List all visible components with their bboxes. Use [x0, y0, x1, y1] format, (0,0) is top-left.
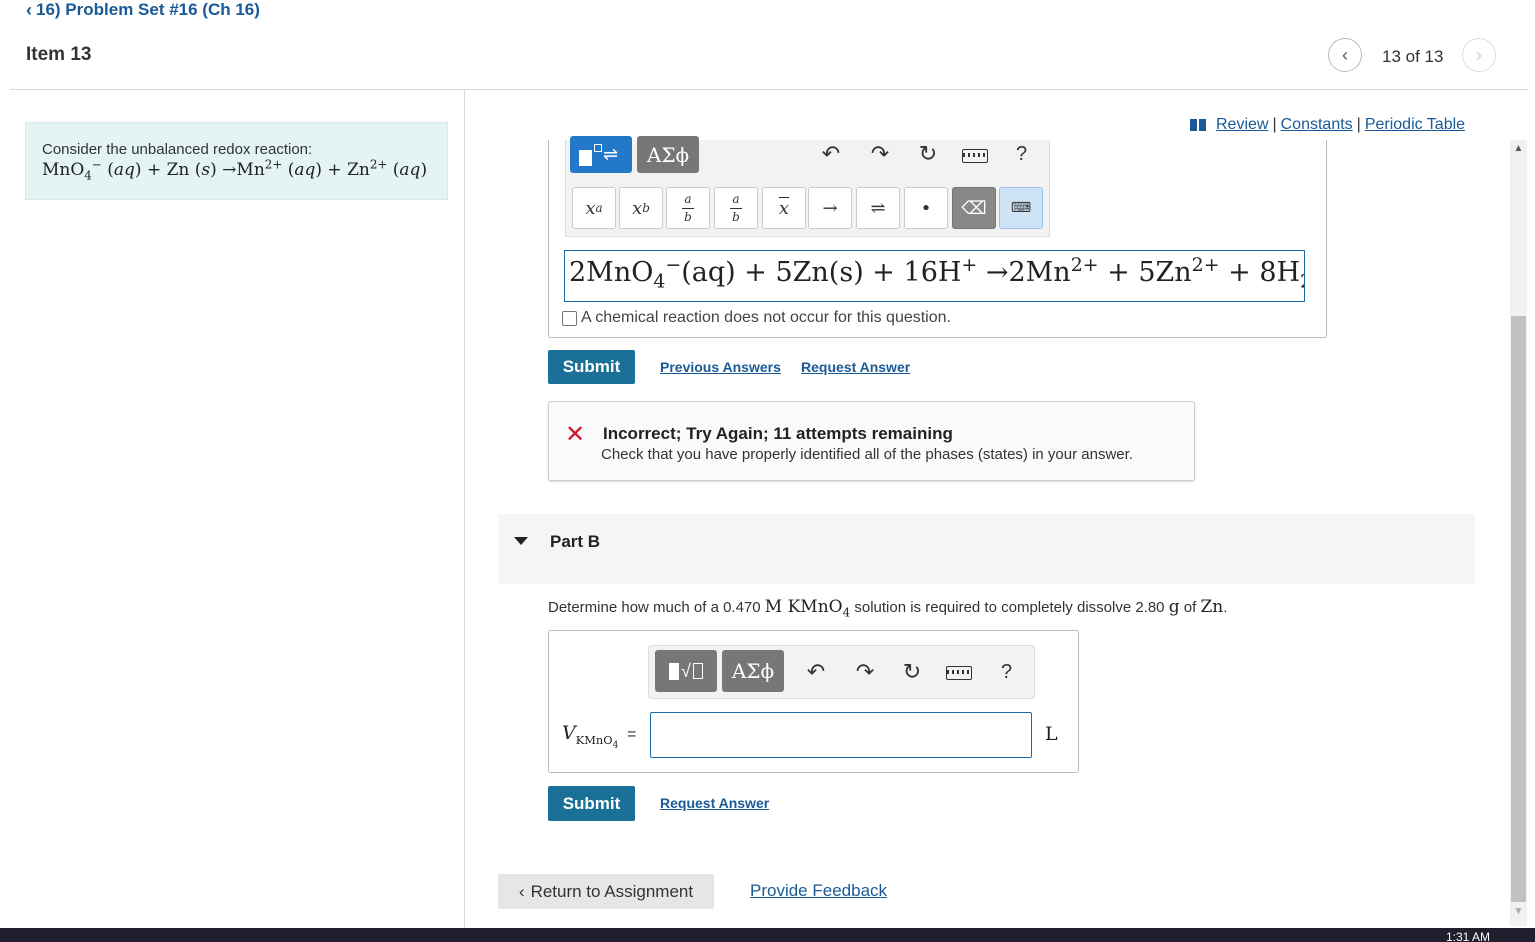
problem-intro: Consider the unbalanced redox reaction:: [42, 141, 313, 158]
item-title: Item 13: [26, 44, 92, 65]
feedback-message: Check that you have properly identified …: [601, 446, 1133, 463]
scroll-down-icon[interactable]: ▼: [1510, 906, 1527, 920]
constants-link[interactable]: Constants: [1281, 116, 1353, 134]
chevron-left-icon: ‹: [518, 881, 525, 901]
volume-unit: L: [1045, 723, 1058, 745]
reset-icon[interactable]: ↻: [913, 139, 943, 169]
xbar-key[interactable]: x: [762, 187, 806, 229]
previous-item-button[interactable]: ‹: [1328, 38, 1362, 72]
part-b-submit-button[interactable]: Submit: [548, 786, 635, 821]
back-to-problem-set-link[interactable]: ‹ 16) Problem Set #16 (Ch 16): [26, 0, 260, 20]
reset-icon[interactable]: ↻: [897, 657, 927, 687]
greek-symbols-button[interactable]: ΑΣϕ: [637, 136, 699, 173]
back-link-label: 16) Problem Set #16 (Ch 16): [36, 0, 260, 19]
fraction-key[interactable]: ab: [666, 187, 710, 229]
keyboard-icon[interactable]: [962, 149, 988, 163]
feedback-title: Incorrect; Try Again; 11 attempts remain…: [603, 424, 953, 443]
math-templates-button[interactable]: √: [655, 650, 717, 692]
provide-feedback-link[interactable]: Provide Feedback: [750, 881, 887, 901]
taskbar-clock: 1:31 AM: [1446, 930, 1491, 942]
part-b-title: Part B: [550, 532, 601, 551]
part-a-submit-button[interactable]: Submit: [548, 350, 635, 384]
equals-sign: =: [627, 726, 637, 743]
fraction-alt-key[interactable]: ab: [714, 187, 758, 229]
help-button[interactable]: ?: [1016, 143, 1027, 166]
part-b-question: Determine how much of a 0.470 M KMnO4 so…: [548, 597, 1228, 620]
chevron-right-icon: ›: [1476, 44, 1482, 65]
reaction-arrow-key[interactable]: →: [808, 187, 852, 229]
unbalanced-equation: MnO4− (aq) + Zn (s) →Mn2+ (aq) + Zn2+ (a…: [42, 157, 428, 183]
caret-down-icon[interactable]: [514, 537, 528, 545]
no-reaction-option[interactable]: A chemical reaction does not occur for t…: [562, 309, 951, 327]
backspace-key[interactable]: ⌫: [952, 187, 996, 229]
part-a-answer-field[interactable]: 2MnO4−(aq) + 5Zn(s) + 16H+ →2Mn2+ + 5Zn2…: [564, 250, 1305, 302]
os-taskbar: [0, 928, 1535, 942]
superscript-key[interactable]: xa: [572, 187, 616, 229]
header-divider: [10, 89, 1528, 90]
no-reaction-label: A chemical reaction does not occur for t…: [581, 309, 951, 326]
chem-templates-button[interactable]: ⇌: [570, 136, 632, 173]
help-button[interactable]: ?: [1001, 661, 1012, 684]
greek-symbols-button[interactable]: ΑΣϕ: [722, 650, 784, 692]
return-label: Return to Assignment: [530, 881, 694, 901]
link-separator: |: [1272, 116, 1277, 133]
resource-links: Review | Constants | Periodic Table: [1190, 116, 1465, 134]
return-to-assignment-button[interactable]: ‹ Return to Assignment: [498, 874, 714, 909]
keyboard-icon[interactable]: [946, 666, 972, 680]
book-icon: [1190, 119, 1208, 131]
equilibrium-arrow-key[interactable]: ⇌: [856, 187, 900, 229]
previous-answers-link[interactable]: Previous Answers: [660, 359, 781, 375]
redo-icon[interactable]: ↷: [865, 139, 895, 169]
chevron-left-icon: ‹: [1342, 44, 1348, 65]
subscript-key[interactable]: xb: [619, 187, 663, 229]
part-a-request-answer-link[interactable]: Request Answer: [801, 359, 910, 375]
undo-icon[interactable]: ↶: [816, 139, 846, 169]
redo-icon[interactable]: ↷: [850, 657, 880, 687]
column-divider: [464, 90, 465, 928]
next-item-button[interactable]: ›: [1462, 38, 1496, 72]
no-reaction-checkbox[interactable]: [562, 310, 577, 326]
chevron-left-icon: ‹: [26, 0, 32, 20]
scroll-up-icon[interactable]: ▲: [1510, 143, 1527, 157]
review-link[interactable]: Review: [1216, 116, 1268, 134]
scrollbar-thumb[interactable]: [1511, 316, 1526, 902]
undo-icon[interactable]: ↶: [801, 657, 831, 687]
periodic-table-link[interactable]: Periodic Table: [1365, 116, 1465, 134]
part-b-header[interactable]: [498, 514, 1475, 584]
volume-variable-label: VKMnO4: [562, 722, 619, 751]
item-counter: 13 of 13: [1382, 47, 1444, 66]
dot-key[interactable]: •: [904, 187, 948, 229]
error-x-icon: ✕: [565, 421, 586, 448]
link-separator: |: [1356, 116, 1361, 133]
volume-answer-input[interactable]: [650, 712, 1032, 758]
problem-context-panel: Consider the unbalanced redox reaction: …: [25, 122, 448, 200]
part-b-request-answer-link[interactable]: Request Answer: [660, 795, 769, 811]
keyboard-toggle-key[interactable]: ⌨: [999, 187, 1043, 229]
